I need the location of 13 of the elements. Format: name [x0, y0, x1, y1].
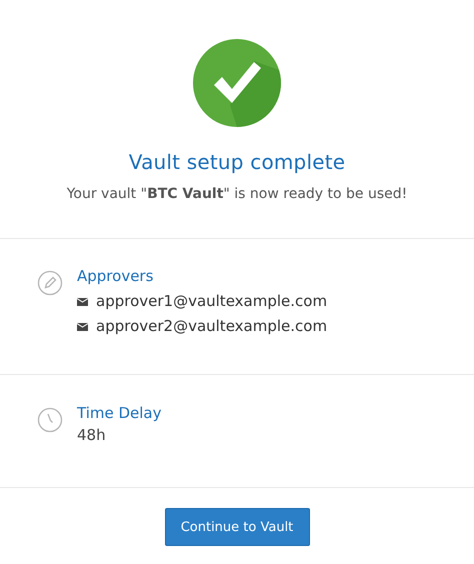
- continue-button[interactable]: Continue to Vault: [164, 508, 310, 546]
- success-message: Your vault "BTC Vault" is now ready to be used!: [66, 186, 408, 202]
- checkmark-icon: [192, 38, 282, 128]
- success-title: Vault setup complete: [128, 150, 346, 174]
- mail-icon: [77, 322, 88, 330]
- mail-icon: [77, 298, 88, 306]
- section-value: 48h: [77, 426, 107, 444]
- pencil-icon: [37, 270, 63, 296]
- section-title: Time Delay: [77, 404, 162, 422]
- email-address: approver1@vaultexample.com: [96, 291, 328, 312]
- section-title: Approvers: [77, 267, 154, 285]
- email-address: approver2@vaultexample.com: [96, 316, 328, 337]
- clock-icon: [37, 407, 63, 433]
